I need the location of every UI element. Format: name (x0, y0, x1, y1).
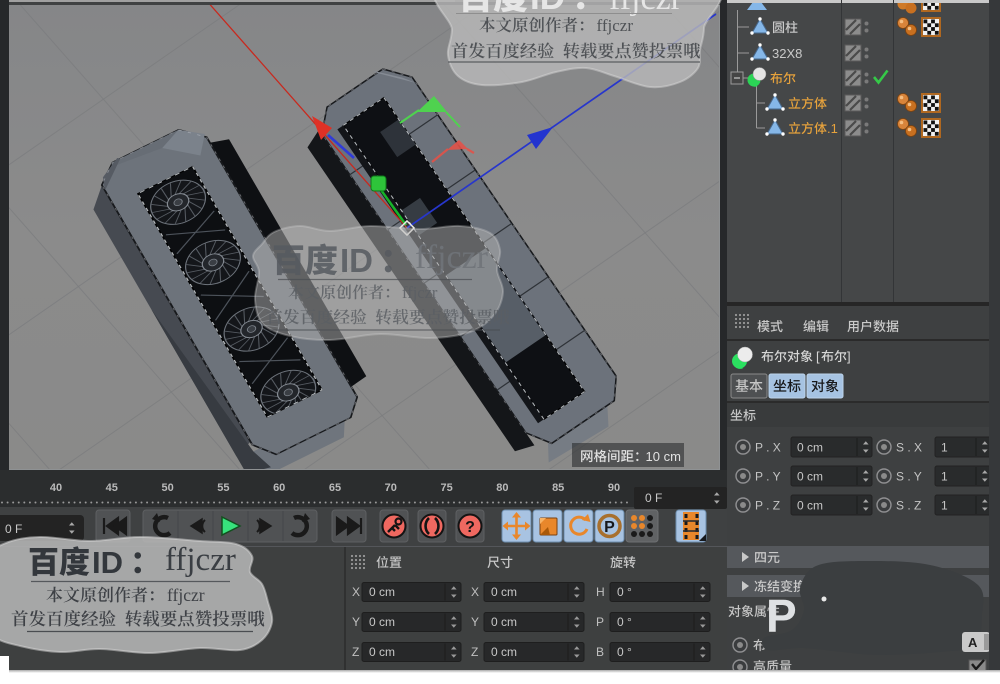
svg-text:0 cm: 0 cm (797, 441, 823, 455)
svg-text:45: 45 (106, 482, 118, 494)
svg-text:Y: Y (352, 615, 360, 629)
svg-text:X: X (352, 585, 360, 599)
svg-text:1: 1 (941, 470, 948, 484)
svg-text:75: 75 (440, 482, 452, 494)
svg-text:0 cm: 0 cm (369, 645, 395, 659)
svg-text:0 F: 0 F (5, 522, 22, 536)
svg-text:X: X (471, 585, 479, 599)
svg-text:0 cm: 0 cm (797, 499, 823, 513)
svg-text:P . Z: P . Z (755, 499, 780, 513)
svg-text:ID: ID (92, 545, 123, 580)
svg-text:ffjczr: ffjczr (597, 16, 634, 35)
svg-text:55: 55 (217, 482, 229, 494)
svg-text:P: P (766, 590, 797, 642)
svg-text:65: 65 (329, 482, 341, 494)
svg-text:0 cm: 0 cm (797, 470, 823, 484)
svg-text:0 cm: 0 cm (491, 645, 517, 659)
svg-text:H: H (596, 585, 605, 599)
svg-text:ffjczr: ffjczr (609, 0, 683, 17)
svg-text:S . X: S . X (896, 441, 922, 455)
svg-text:P . Y: P . Y (755, 470, 781, 484)
svg-text:Z: Z (352, 645, 359, 659)
svg-text:S . Y: S . Y (896, 470, 922, 484)
svg-text:Y: Y (471, 615, 479, 629)
svg-text:P . X: P . X (755, 441, 781, 455)
svg-text:[: [ (816, 349, 820, 364)
svg-text:85: 85 (552, 482, 564, 494)
svg-text:1: 1 (941, 499, 948, 513)
svg-text:ffjczr: ffjczr (165, 542, 236, 578)
svg-text:0 F: 0 F (645, 491, 662, 505)
svg-text:P: P (596, 615, 604, 629)
svg-text:S . Z: S . Z (896, 499, 921, 513)
svg-text:0 cm: 0 cm (491, 615, 517, 629)
svg-text:Z: Z (471, 645, 478, 659)
svg-text:0 cm: 0 cm (491, 585, 517, 599)
svg-text:ID: ID (340, 242, 373, 279)
svg-text:]: ] (847, 349, 851, 364)
svg-text:10 cm: 10 cm (646, 449, 681, 464)
svg-text:0 cm: 0 cm (369, 615, 395, 629)
svg-text:P: P (604, 519, 615, 536)
svg-text:?: ? (465, 519, 475, 536)
svg-text:50: 50 (161, 482, 173, 494)
svg-text:A: A (968, 635, 978, 650)
svg-text:70: 70 (385, 482, 397, 494)
svg-text:0 °: 0 ° (617, 615, 632, 629)
svg-text:ffjczr: ffjczr (415, 239, 489, 276)
svg-text:1: 1 (941, 441, 948, 455)
svg-text:90: 90 (608, 482, 620, 494)
svg-text:0 °: 0 ° (617, 645, 632, 659)
svg-text:32X8: 32X8 (772, 46, 802, 61)
svg-text:ID: ID (530, 0, 565, 17)
svg-text:.1: .1 (827, 121, 838, 136)
svg-text:80: 80 (496, 482, 508, 494)
svg-text:0 °: 0 ° (617, 585, 632, 599)
svg-text:60: 60 (273, 482, 285, 494)
svg-text:0 cm: 0 cm (369, 585, 395, 599)
svg-text:40: 40 (50, 482, 62, 494)
svg-text:ffjczr: ffjczr (167, 585, 205, 605)
svg-text:ffjczr: ffjczr (402, 283, 438, 302)
svg-text:B: B (596, 645, 604, 659)
